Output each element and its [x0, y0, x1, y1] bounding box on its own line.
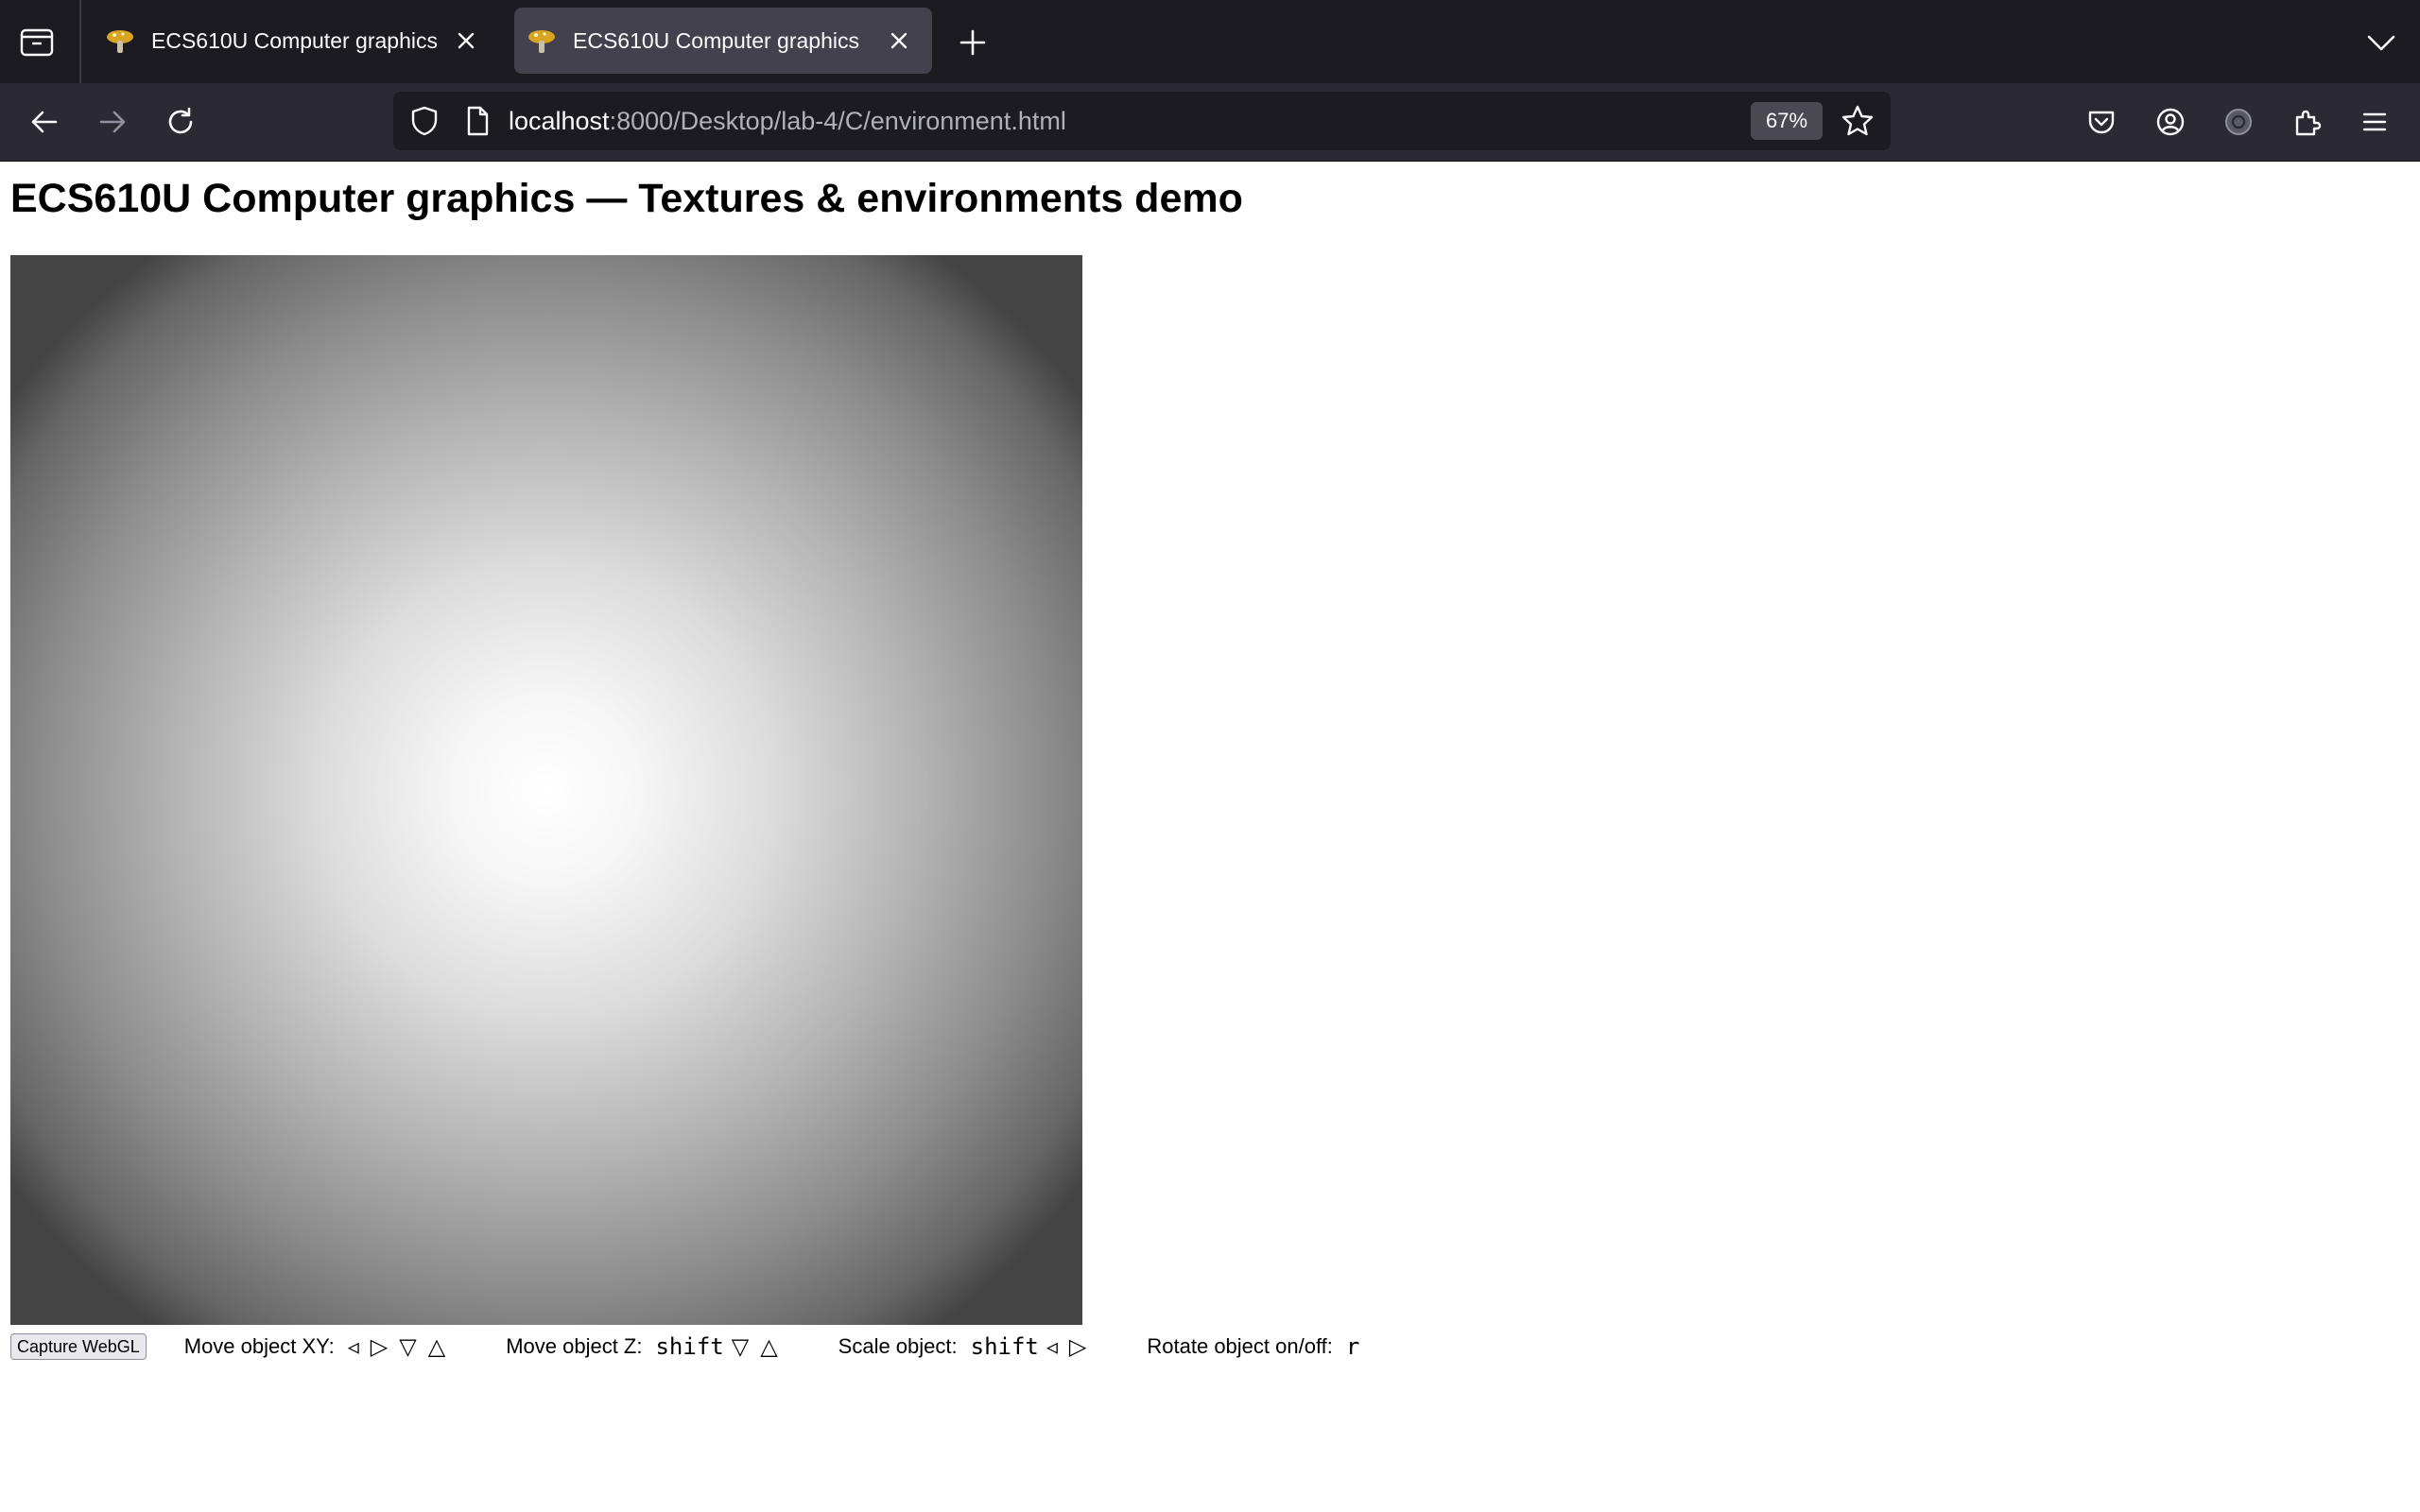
- left-arrow-key-glyph: ◃: [347, 1333, 359, 1360]
- close-icon: [890, 32, 908, 49]
- control-move-xy: Move object XY: ◃ ▷ ▽ △: [184, 1333, 457, 1360]
- arrow-right-icon: [99, 111, 126, 133]
- up-arrow-key-glyph: △: [760, 1333, 778, 1360]
- tab-close-button[interactable]: [450, 25, 482, 57]
- page-icon[interactable]: [459, 103, 495, 139]
- pocket-button[interactable]: [2080, 100, 2123, 144]
- tab-inactive[interactable]: ECS610U Computer graphics: [93, 8, 499, 74]
- tab-close-button[interactable]: [883, 25, 915, 57]
- tab-active[interactable]: ECS610U Computer graphics: [514, 8, 932, 74]
- back-button[interactable]: [23, 100, 66, 144]
- plus-icon: [959, 29, 986, 56]
- control-label: Rotate object on/off:: [1147, 1334, 1333, 1358]
- reload-button[interactable]: [159, 100, 202, 144]
- control-label: Move object XY:: [183, 1334, 335, 1358]
- mushroom-favicon-icon: [528, 30, 555, 53]
- control-rotate: Rotate object on/off: r: [1147, 1333, 1367, 1360]
- control-scale: Scale object: shift ◃ ▷: [838, 1333, 1098, 1360]
- list-all-tabs-button[interactable]: [2363, 26, 2399, 59]
- forward-button[interactable]: [91, 100, 134, 144]
- url-text[interactable]: localhost:8000/Desktop/lab-4/C/environme…: [509, 92, 1066, 150]
- navigation-toolbar: localhost:8000/Desktop/lab-4/C/environme…: [0, 83, 2420, 162]
- control-label: Move object Z:: [506, 1334, 643, 1358]
- pocket-icon: [2088, 111, 2115, 134]
- webgl-canvas[interactable]: [10, 255, 1082, 1325]
- control-label: Scale object:: [838, 1334, 958, 1358]
- down-arrow-key-glyph: ▽: [731, 1333, 750, 1360]
- hamburger-menu-icon: [2362, 112, 2387, 131]
- arrow-left-icon: [31, 111, 58, 133]
- shift-key-label: shift: [970, 1333, 1039, 1360]
- control-move-z: Move object Z: shift ▽ △: [506, 1333, 788, 1360]
- shift-key-label: shift: [655, 1333, 724, 1360]
- page-title: ECS610U Computer graphics — Textures & e…: [10, 176, 1243, 221]
- url-host: localhost: [509, 107, 610, 135]
- tab-title: ECS610U Computer graphics: [151, 27, 438, 53]
- firefox-view-button[interactable]: [17, 25, 59, 60]
- down-arrow-key-glyph: ▽: [399, 1333, 417, 1360]
- address-bar[interactable]: localhost:8000/Desktop/lab-4/C/environme…: [393, 92, 1891, 150]
- right-arrow-key-glyph: ▷: [1068, 1333, 1087, 1360]
- extensions-button[interactable]: [2285, 100, 2328, 144]
- reload-icon: [168, 107, 193, 134]
- r-key-label: r: [1345, 1333, 1360, 1360]
- close-icon: [458, 32, 475, 49]
- controls-bar: Capture WebGL Move object XY: ◃ ▷ ▽ △ Mo…: [10, 1332, 1416, 1361]
- capture-webgl-button[interactable]: Capture WebGL: [10, 1333, 147, 1360]
- zoom-reset-button[interactable]: 67%: [1751, 102, 1823, 140]
- new-tab-button[interactable]: [955, 25, 991, 60]
- tab-bar: ECS610U Computer graphics ECS610U Comput…: [0, 0, 2420, 83]
- left-arrow-key-glyph: ◃: [1046, 1333, 1058, 1360]
- application-menu-button[interactable]: [2353, 100, 2396, 144]
- tab-title: ECS610U Computer graphics: [573, 27, 859, 53]
- account-icon: [2156, 108, 2185, 136]
- blocked-extension-icon: [2225, 109, 2252, 135]
- tab-separator: [79, 0, 81, 83]
- right-arrow-key-glyph: ▷: [370, 1333, 389, 1360]
- account-button[interactable]: [2149, 100, 2192, 144]
- extension-disabled-button[interactable]: [2217, 100, 2260, 144]
- firefox-view-icon: [20, 28, 54, 57]
- url-path: :8000/Desktop/lab-4/C/environment.html: [609, 107, 1066, 135]
- chevron-down-icon: [2367, 35, 2395, 51]
- up-arrow-key-glyph: △: [427, 1333, 446, 1360]
- bookmark-star-icon[interactable]: [1840, 103, 1876, 139]
- shield-icon[interactable]: [406, 103, 442, 139]
- puzzle-icon: [2295, 110, 2322, 136]
- mushroom-favicon-icon: [107, 30, 133, 53]
